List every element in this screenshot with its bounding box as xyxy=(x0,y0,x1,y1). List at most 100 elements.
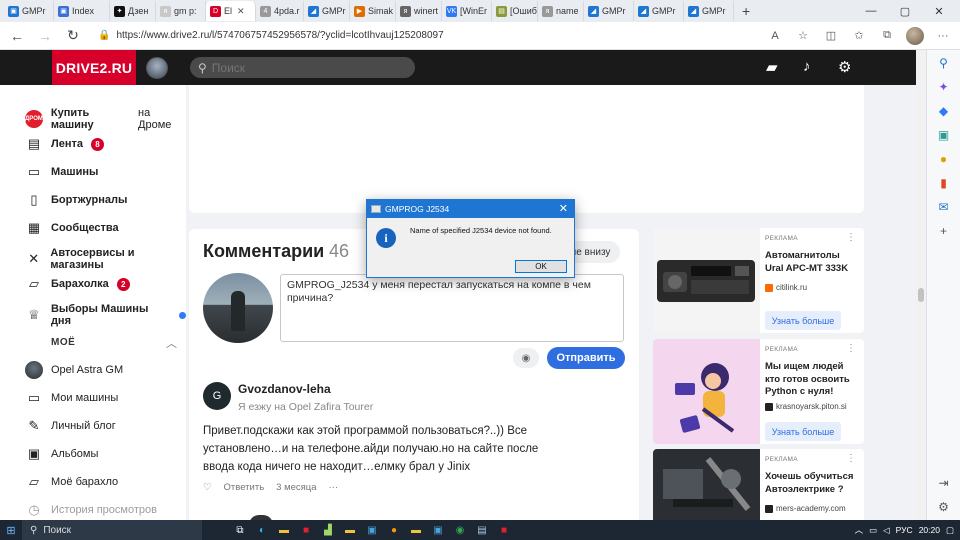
network-icon[interactable]: ▭ xyxy=(869,525,877,536)
chevron-up-icon[interactable]: ︿ xyxy=(855,524,864,536)
app-blue-icon[interactable]: ▣ xyxy=(364,523,380,537)
browser-tab[interactable]: D El ✕ xyxy=(206,1,256,21)
search-icon[interactable]: ⚲ xyxy=(935,56,953,70)
messages-icon[interactable]: ▰ xyxy=(766,58,778,76)
favorite-icon[interactable]: ☆ xyxy=(794,29,812,42)
ad-menu-icon[interactable]: ⋮ xyxy=(846,232,856,243)
browser-tab[interactable]: 4 4pda.r xyxy=(256,1,304,21)
nav-item-communities[interactable]: ▦ Сообщества xyxy=(25,219,119,237)
comment-author-name[interactable]: Gvozdanov-leha xyxy=(238,382,331,396)
nav-item-services[interactable]: ✕ Автосервисы и магазины xyxy=(25,247,186,271)
nav-item-albums[interactable]: ▣ Альбомы xyxy=(25,445,99,463)
language-indicator[interactable]: РУС xyxy=(896,525,913,535)
ad-title[interactable]: Мы ищем людей кто готов освоить Python с… xyxy=(765,361,860,399)
nav-item-feed[interactable]: ▤ Лента 8 xyxy=(25,135,104,153)
split-icon[interactable]: ⇥ xyxy=(935,476,953,490)
shopping-tag-icon[interactable]: ◆ xyxy=(935,104,953,118)
ok-button[interactable]: OK xyxy=(515,260,567,273)
collections-icon[interactable]: ⧉ xyxy=(878,29,896,42)
copilot-icon[interactable]: ✦ xyxy=(935,80,953,94)
ad-title[interactable]: Хочешь обучиться Автоэлектрике ? xyxy=(765,471,860,496)
maximize-button[interactable]: ▢ xyxy=(888,5,922,18)
browser-tab[interactable]: ▤ [Ошиб xyxy=(492,1,538,21)
add-icon[interactable]: + xyxy=(935,224,953,238)
browser-tab[interactable]: я winert xyxy=(396,1,442,21)
nav-item-mycars[interactable]: ▭ Мои машины xyxy=(25,389,118,407)
page-scrollbar[interactable] xyxy=(916,50,926,520)
games-icon[interactable]: ● xyxy=(935,152,953,166)
ad-learn-more-button[interactable]: Узнать больше xyxy=(765,311,841,330)
browser-tab[interactable]: ◢ GMPr xyxy=(684,1,734,21)
ad-learn-more-button[interactable]: Узнать больше xyxy=(765,422,841,441)
minimize-button[interactable]: — xyxy=(854,5,888,17)
like-heart-icon[interactable]: ♡ xyxy=(203,482,212,493)
chevron-up-icon[interactable]: ︿ xyxy=(166,335,177,351)
ad-menu-icon[interactable]: ⋮ xyxy=(846,343,856,354)
user-avatar[interactable] xyxy=(146,57,168,79)
site-logo[interactable]: DRIVE2.RU xyxy=(52,50,136,85)
office-icon[interactable]: ▮ xyxy=(935,176,953,190)
close-window-button[interactable]: ✕ xyxy=(922,5,956,18)
ad-card-radio[interactable]: РЕКЛАМА ⋮ Автомагнитолы Ural APC-MT 333K… xyxy=(653,228,864,333)
search-input[interactable] xyxy=(211,60,392,75)
favorites-bar-icon[interactable]: ✩ xyxy=(850,29,868,42)
nav-item-history[interactable]: ◷ История просмотров xyxy=(25,501,157,519)
edge-icon[interactable]: ◐ xyxy=(254,523,270,537)
notifications-icon[interactable]: ▢ xyxy=(946,525,954,536)
back-button[interactable]: ← xyxy=(8,28,26,44)
nav-item-cars[interactable]: ▭ Машины xyxy=(25,163,99,181)
split-screen-icon[interactable]: ◫ xyxy=(822,29,840,42)
app-orange-icon[interactable]: ● xyxy=(386,523,402,537)
new-tab-button[interactable]: + xyxy=(734,3,758,19)
camera-icon[interactable]: ◉ xyxy=(513,348,539,368)
nav-item-mymarket[interactable]: ▱ Моё барахло xyxy=(25,473,118,491)
menu-icon[interactable]: ··· xyxy=(934,30,952,42)
browser-tab[interactable]: ◢ GMPr xyxy=(584,1,634,21)
read-aloud-icon[interactable]: A xyxy=(766,30,784,42)
windows-start-icon[interactable]: ⊞ xyxy=(0,520,22,540)
settings-gear-icon[interactable]: ⚙ xyxy=(838,58,851,76)
browser-tab[interactable]: ▶ Simak xyxy=(350,1,396,21)
more-options-icon[interactable]: ··· xyxy=(329,482,339,493)
browser-tab[interactable]: VK [WinEr xyxy=(442,1,492,21)
comment-input[interactable]: GMPROG_J2534 у меня перестал запускаться… xyxy=(280,274,624,342)
app-red2-icon[interactable]: ■ xyxy=(496,523,512,537)
app-yellow-icon[interactable]: ▬ xyxy=(408,523,424,537)
volume-icon[interactable]: ◁ xyxy=(883,525,890,536)
browser-tab[interactable]: ◢ GMPr xyxy=(634,1,684,21)
tools-icon[interactable]: ▣ xyxy=(935,128,953,142)
url-field[interactable]: 🔒 https://www.drive2.ru/l/57470675745295… xyxy=(92,25,756,47)
send-button[interactable]: Отправить xyxy=(547,347,625,369)
dialog-title-bar[interactable]: GMPROG J2534 xyxy=(367,200,574,218)
taskbar-search[interactable]: ⚲ Поиск xyxy=(22,520,202,540)
settings-gear-icon[interactable]: ⚙ xyxy=(935,500,953,514)
close-icon[interactable]: ✕ xyxy=(559,202,568,215)
scroll-thumb[interactable] xyxy=(918,288,924,302)
nav-item-market[interactable]: ▱ Барахолка 2 xyxy=(25,275,130,293)
tab-close-icon[interactable]: ✕ xyxy=(237,6,245,17)
file-explorer-icon[interactable]: ▬ xyxy=(276,523,292,537)
browser-tab[interactable]: ▣ Index xyxy=(54,1,110,21)
profile-avatar[interactable] xyxy=(906,26,924,45)
app-screen-icon[interactable]: ▣ xyxy=(430,523,446,537)
reply-link[interactable]: Ответить xyxy=(224,482,265,493)
browser-tab[interactable]: ✦ Дзен xyxy=(110,1,156,21)
nav-item-cotd[interactable]: ♕ Выборы Машины дня xyxy=(25,303,186,327)
app-folder-icon[interactable]: ▬ xyxy=(342,523,358,537)
notifications-bell-icon[interactable]: ♪ xyxy=(803,58,811,75)
forward-button[interactable]: → xyxy=(36,28,54,44)
browser-tab[interactable]: я name xyxy=(538,1,584,21)
nav-item-buy[interactable]: ДРОМ Купить машину на Дроме xyxy=(25,107,186,131)
site-search[interactable]: ⚲ xyxy=(190,57,415,78)
ad-menu-icon[interactable]: ⋮ xyxy=(846,453,856,464)
reload-button[interactable]: ↻ xyxy=(64,27,82,44)
outlook-icon[interactable]: ✉ xyxy=(935,200,953,214)
task-view-icon[interactable]: ⧉ xyxy=(232,523,248,537)
nav-item-astra[interactable]: Opel Astra GM xyxy=(25,361,123,379)
comment-author-car[interactable]: Я езжу на Opel Zafira Tourer xyxy=(238,401,373,413)
app-green-icon[interactable]: ▟ xyxy=(320,523,336,537)
app-red-icon[interactable]: ■ xyxy=(298,523,314,537)
chrome-icon[interactable]: ◉ xyxy=(452,523,468,537)
app-window-icon[interactable]: ▤ xyxy=(474,523,490,537)
nav-item-blog[interactable]: ✎ Личный блог xyxy=(25,417,116,435)
